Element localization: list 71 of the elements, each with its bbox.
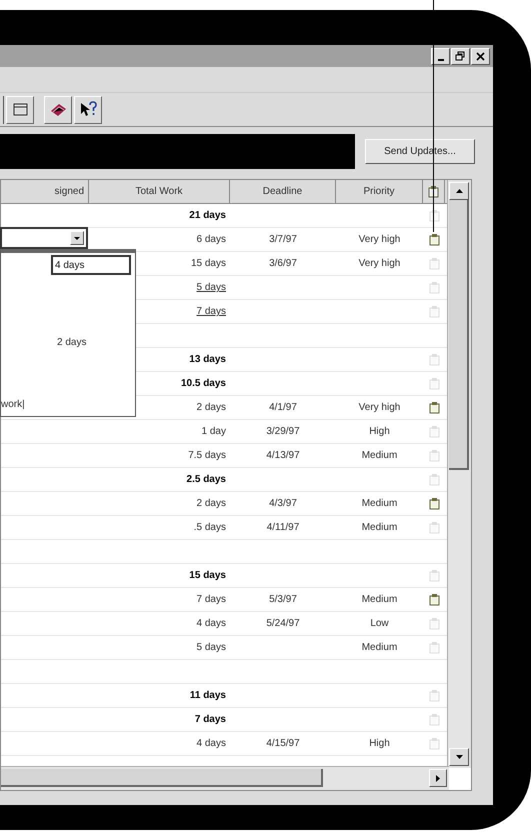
table-cell-text: 7 days — [196, 593, 226, 607]
scroll-right-button[interactable] — [429, 769, 447, 787]
table-cell-text: 3/6/97 — [269, 257, 297, 271]
table-cell-text: 4/1/97 — [269, 401, 297, 415]
column-header[interactable]: Total Work — [89, 180, 230, 203]
table-cell-text: Medium — [362, 641, 398, 655]
up-arrow-icon — [456, 189, 462, 193]
table-cell-text: 7 days — [194, 713, 226, 727]
table-cell-text: Low — [370, 617, 389, 631]
table-cell-text: 15 days — [189, 569, 226, 583]
close-button[interactable] — [471, 48, 490, 64]
table-cell-text: 5 days — [196, 281, 226, 295]
table-cell-text: 7 days — [196, 305, 226, 319]
table-cell-text: Medium — [362, 449, 398, 463]
column-header[interactable]: signed — [1, 180, 89, 203]
table-cell-text: High — [369, 737, 390, 751]
down-arrow-icon — [456, 755, 462, 759]
table-cell-text: .5 days — [194, 521, 226, 535]
table-cell-text: High — [369, 425, 390, 439]
minimize-button[interactable] — [431, 48, 450, 64]
right-arrow-icon — [436, 774, 440, 782]
input-field[interactable] — [0, 134, 355, 168]
table-cell-text: 2 days — [196, 401, 226, 415]
table-cell-text: 11 days — [190, 689, 226, 703]
horizontal-scrollbar[interactable] — [1, 766, 449, 790]
table-cell-text: 3/29/97 — [266, 425, 300, 439]
table-cell-text: 4 days — [196, 737, 226, 751]
table-cell-text: Very high — [358, 233, 400, 247]
minimize-icon — [438, 58, 444, 60]
table-cell-text: 5 days — [196, 641, 226, 655]
vertical-scrollbar[interactable] — [447, 180, 471, 768]
column-header[interactable]: Deadline — [230, 180, 336, 203]
table-cell-text: 7.5 days — [188, 449, 226, 463]
restore-button[interactable] — [451, 48, 470, 64]
table-cell-text: 10.5 days — [180, 377, 226, 391]
down-arrow-icon — [74, 236, 80, 240]
column-header[interactable]: Priority — [336, 180, 423, 203]
table-cell-text: 4 days — [196, 617, 226, 631]
table-cell-text: 2.5 days — [186, 473, 226, 487]
help-cursor-button[interactable] — [74, 96, 102, 124]
scroll-down-button[interactable] — [449, 748, 469, 766]
table-cell-text: Medium — [362, 497, 398, 511]
table-cell-text: 6 days — [196, 233, 226, 247]
table-cell-text: Very high — [358, 401, 400, 415]
table-cell-text: 4/15/97 — [266, 737, 300, 751]
table-cell-text: 5/24/97 — [266, 617, 300, 631]
table-cell-text: 1 day — [202, 425, 226, 439]
table-cell-text: Medium — [362, 521, 398, 535]
help-cursor-icon — [78, 100, 98, 119]
table-cell-text: 5/3/97 — [269, 593, 297, 607]
restore-icon — [454, 50, 467, 62]
table-cell-text: Very high — [358, 257, 400, 271]
scroll-up-button[interactable] — [449, 182, 469, 200]
input-field[interactable]: 4 days — [51, 255, 131, 275]
window-button[interactable] — [6, 96, 34, 124]
table-cell-text: 13 days — [189, 353, 226, 367]
combo-box[interactable] — [0, 227, 88, 249]
table-cell-text: 2 days — [196, 497, 226, 511]
table-cell-text: 21 days — [189, 209, 226, 223]
table-cell-text: 3/7/97 — [269, 233, 297, 247]
scroll-thumb[interactable] — [449, 200, 469, 470]
table-cell-text: Medium — [362, 593, 398, 607]
table-cell-text: 4/11/97 — [266, 521, 300, 535]
table-cell-text: 4/13/97 — [266, 449, 300, 463]
list-item[interactable]: work| — [1, 397, 25, 412]
close-icon — [474, 50, 487, 62]
note-icon — [428, 186, 439, 198]
table-cell-text: 15 days — [190, 257, 226, 271]
table-cell-text: 4/3/97 — [269, 497, 297, 511]
list-item[interactable]: 2 days — [57, 335, 86, 350]
scroll-thumb[interactable] — [1, 769, 323, 787]
